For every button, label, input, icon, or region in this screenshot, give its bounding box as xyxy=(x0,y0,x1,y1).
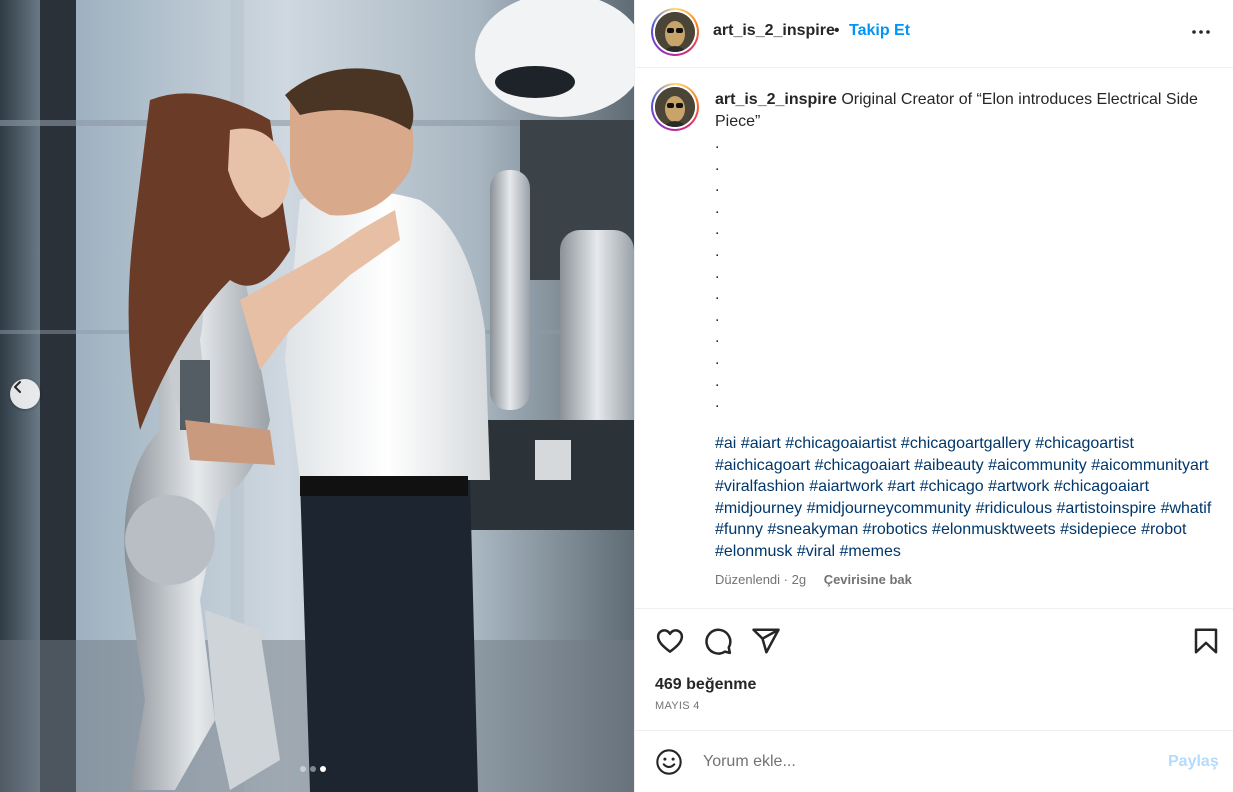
hashtag-link[interactable]: #art xyxy=(888,478,916,495)
separator-dot: • xyxy=(834,22,840,39)
post-date: MAYIS 4 xyxy=(655,700,700,712)
caption-dot-line: . xyxy=(715,242,720,260)
post-header: art_is_2_inspire • Takip Et xyxy=(635,0,1233,68)
caption-avatar[interactable] xyxy=(651,83,699,131)
hashtag-link[interactable]: #aicommunity xyxy=(988,457,1087,474)
post-comment-button[interactable]: Paylaş xyxy=(1168,753,1219,771)
hashtag-link[interactable]: #viral xyxy=(797,543,835,560)
avatar-image xyxy=(655,87,695,127)
caption-dot-line: . xyxy=(715,350,720,368)
edited-label: Düzenlendi · 2g xyxy=(715,572,807,587)
hashtag-link[interactable]: #midjourneycommunity xyxy=(807,500,972,517)
carousel-indicator xyxy=(300,766,326,772)
caption-meta: Düzenlendi · 2g Çevirisine bak xyxy=(715,572,912,587)
chevron-left-icon xyxy=(14,381,21,393)
caption-dot-line: . xyxy=(715,372,720,390)
caption-dot-line: . xyxy=(715,135,720,152)
hashtag-link[interactable]: #artistoinspire xyxy=(1057,500,1157,517)
avatar[interactable] xyxy=(651,8,699,56)
hashtag-link[interactable]: #sidepiece xyxy=(1060,521,1137,538)
hashtag-link[interactable]: #chicagoaiartist xyxy=(785,435,896,452)
like-count[interactable]: 469 beğenme xyxy=(655,676,756,694)
comment-bar: Paylaş xyxy=(635,730,1233,792)
avatar-image xyxy=(655,12,695,52)
hashtag-link[interactable]: #sneakyman xyxy=(768,521,859,538)
caption-text: art_is_2_inspire Original Creator of “El… xyxy=(715,89,1205,132)
post-media[interactable] xyxy=(0,0,634,792)
hashtag-link[interactable]: #robotics xyxy=(863,521,928,538)
heart-icon[interactable] xyxy=(655,626,685,656)
carousel-prev-button[interactable] xyxy=(10,379,40,409)
post-username[interactable]: art_is_2_inspire xyxy=(713,22,835,40)
caption-dot-line: . xyxy=(715,156,720,174)
hashtag-list: #ai #aiart #chicagoaiartist #chicagoartg… xyxy=(715,433,1215,563)
caption-dot-line: . xyxy=(715,394,720,412)
bookmark-icon[interactable] xyxy=(1191,626,1221,656)
carousel-dot xyxy=(300,766,306,772)
caption-dot-line: . xyxy=(715,178,720,196)
hashtag-link[interactable]: #funny xyxy=(715,521,763,538)
hashtag-link[interactable]: #elonmusktweets xyxy=(932,521,1056,538)
hashtag-link[interactable]: #viralfashion xyxy=(715,478,805,495)
hashtag-link[interactable]: #aichicagoart xyxy=(715,457,810,474)
hashtag-link[interactable]: #robot xyxy=(1141,521,1186,538)
post-side-panel: art_is_2_inspire • Takip Et art_is_2_ins… xyxy=(634,0,1233,792)
caption-section: art_is_2_inspire Original Creator of “El… xyxy=(635,69,1233,609)
hashtag-link[interactable]: #chicagoartist xyxy=(1035,435,1134,452)
hashtag-link[interactable]: #ai xyxy=(715,435,736,452)
hashtag-link[interactable]: #chicagoartgallery xyxy=(901,435,1031,452)
carousel-dot xyxy=(310,766,316,772)
hashtag-link[interactable]: #aiartwork xyxy=(809,478,883,495)
hashtag-link[interactable]: #chicagoaiart xyxy=(1054,478,1149,495)
caption-username[interactable]: art_is_2_inspire xyxy=(715,91,837,108)
follow-button[interactable]: Takip Et xyxy=(849,22,910,40)
caption-dot-lines: ............. xyxy=(715,133,719,414)
hashtag-link[interactable]: #aiart xyxy=(741,435,781,452)
caption-dot-line: . xyxy=(715,199,720,217)
caption-dot-line: . xyxy=(715,307,720,325)
hashtag-link[interactable]: #whatif xyxy=(1161,500,1212,517)
carousel-dot-active xyxy=(320,766,326,772)
hashtag-link[interactable]: #artwork xyxy=(988,478,1049,495)
hashtag-link[interactable]: #chicago xyxy=(920,478,984,495)
share-icon[interactable] xyxy=(751,626,781,656)
action-bar xyxy=(635,610,1233,670)
hashtag-link[interactable]: #midjourney xyxy=(715,500,802,517)
hashtag-link[interactable]: #ridiculous xyxy=(976,500,1052,517)
caption-dot-line: . xyxy=(715,264,720,282)
post-image xyxy=(0,0,634,792)
hashtag-link[interactable]: #chicagoaiart xyxy=(815,457,910,474)
caption-dot-line: . xyxy=(715,329,720,347)
hashtag-link[interactable]: #memes xyxy=(840,543,901,560)
hashtag-link[interactable]: #aibeauty xyxy=(914,457,983,474)
hashtag-link[interactable]: #elonmusk xyxy=(715,543,792,560)
hashtag-link[interactable]: #aicommunityart xyxy=(1091,457,1208,474)
caption-dot-line: . xyxy=(715,286,720,304)
comment-icon[interactable] xyxy=(703,626,733,656)
comment-input[interactable] xyxy=(703,749,1143,775)
caption-dot-line: . xyxy=(715,221,720,239)
emoji-icon[interactable] xyxy=(655,748,683,776)
see-translation-link[interactable]: Çevirisine bak xyxy=(824,572,912,587)
more-horizontal-icon[interactable] xyxy=(1189,20,1213,44)
